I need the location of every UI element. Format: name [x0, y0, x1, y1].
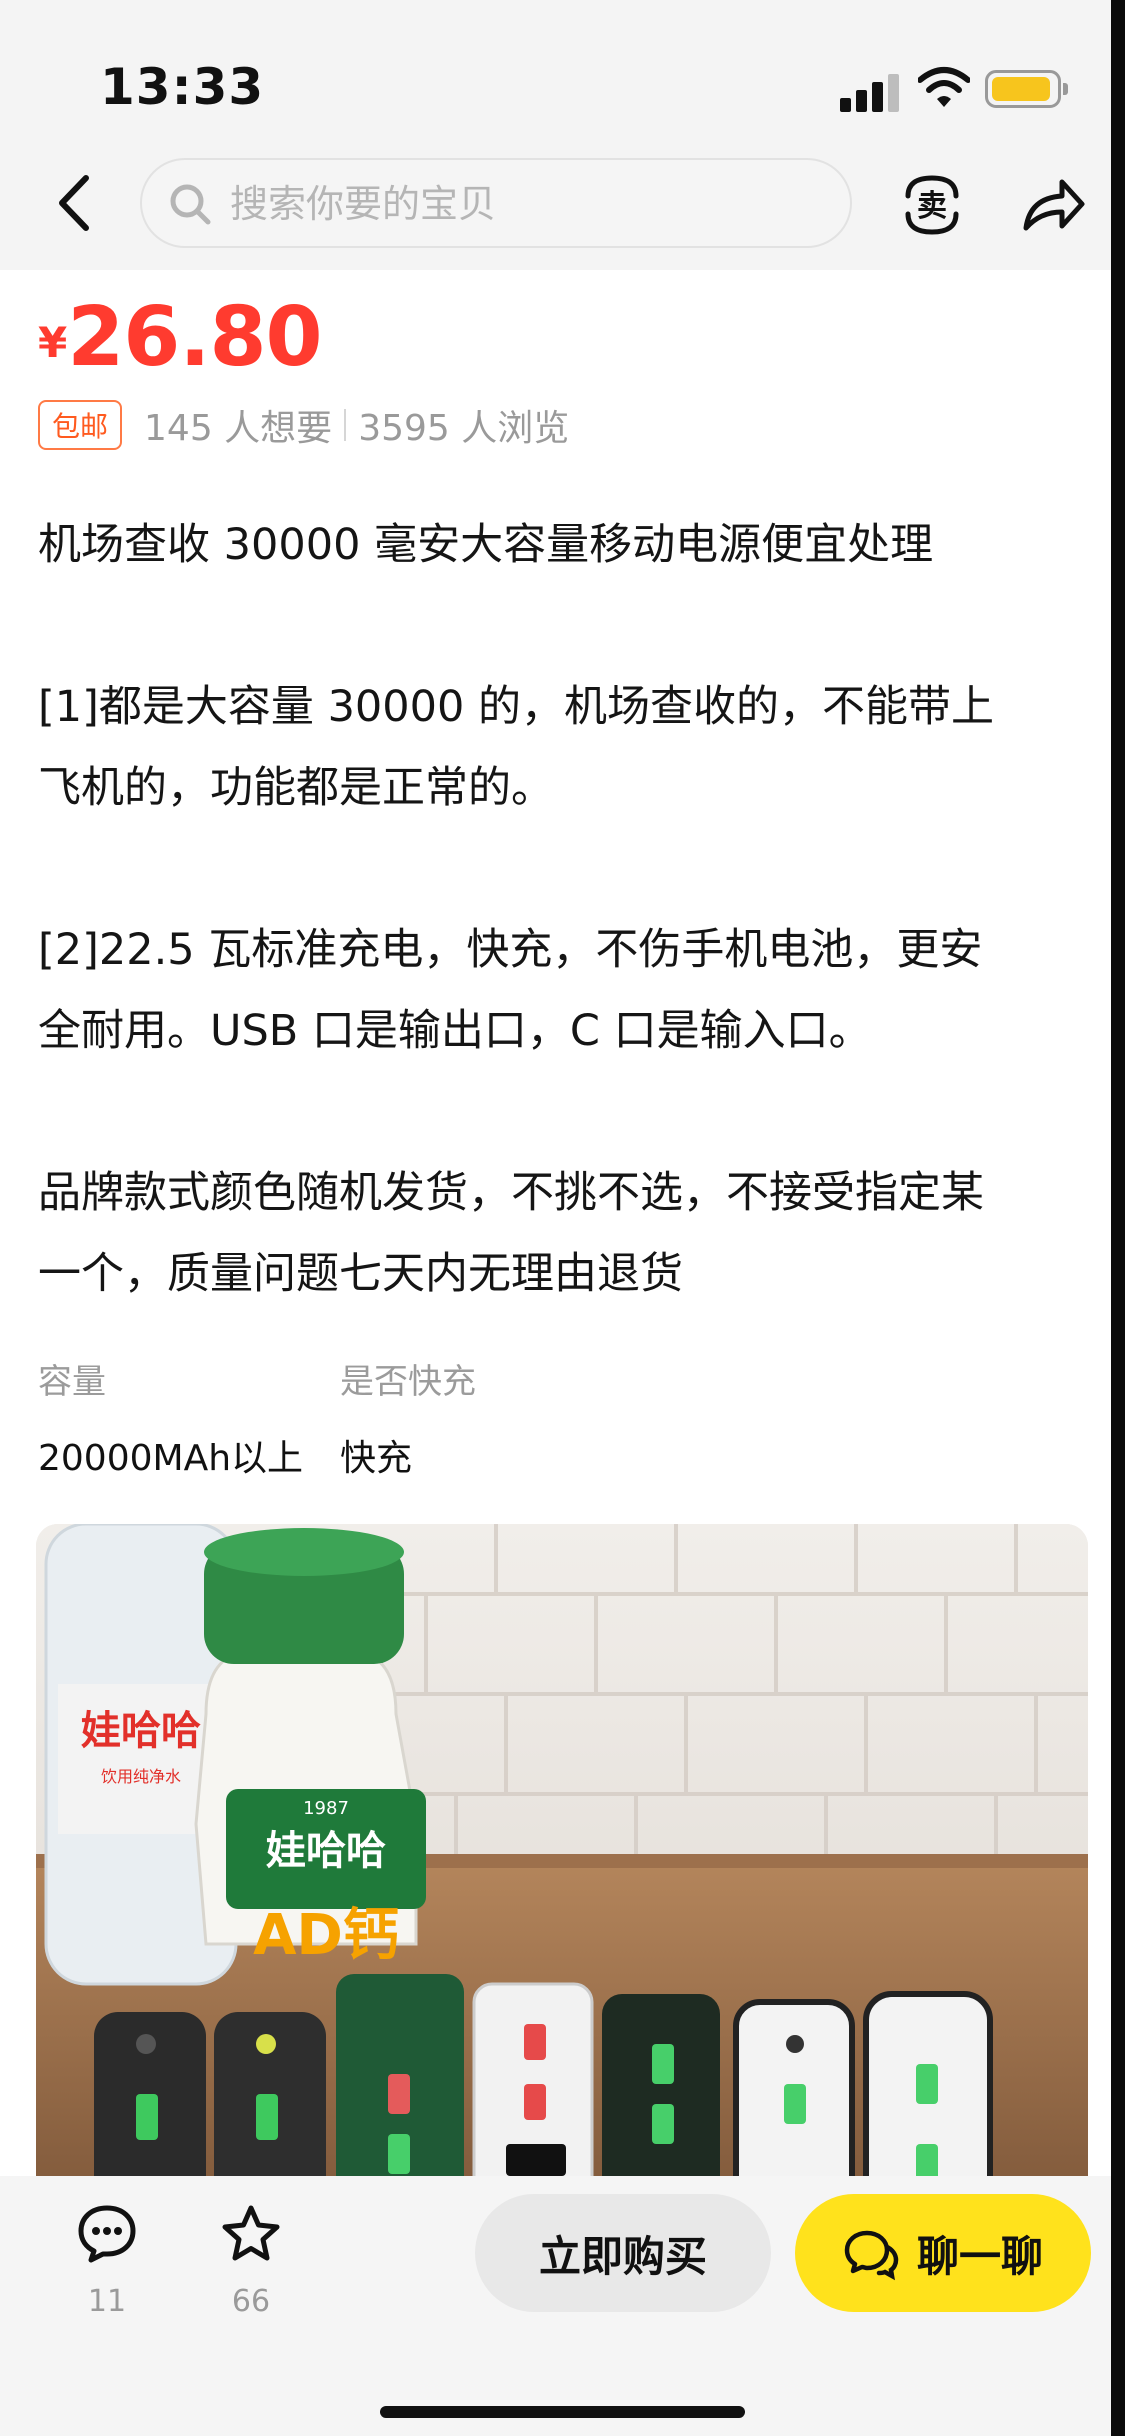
attribute-key: 是否快充	[340, 1362, 476, 1402]
description-line: 机场查收 30000 毫安大容量移动电源便宜处理	[38, 520, 934, 570]
battery-icon	[985, 70, 1068, 108]
comment-icon	[78, 2205, 136, 2263]
comment-count: 11	[87, 2284, 127, 2319]
status-bar: 13:33	[0, 0, 1125, 150]
free-shipping-badge: 包邮	[38, 400, 123, 450]
sell-icon-label: 卖	[917, 189, 947, 224]
milk-bottle-ad-label: AD钙	[253, 1903, 399, 1968]
price-value: 26.80	[67, 290, 322, 385]
chat-label: 聊一聊	[916, 2231, 1043, 2281]
screenshot-edge	[1111, 0, 1125, 2436]
milk-bottle-year: 1987	[303, 1798, 349, 1819]
back-button[interactable]	[46, 168, 106, 238]
milk-bottle-label: 娃哈哈	[266, 1828, 386, 1874]
share-button[interactable]	[1018, 170, 1088, 240]
attribute-fast-charge: 是否快充 快充	[340, 1354, 476, 1481]
attribute-value: 20000MAh以上	[38, 1438, 304, 1479]
stats-divider	[344, 409, 347, 441]
price: ¥26.80	[38, 290, 323, 385]
app-screen: 13:33 搜索你要的宝贝 卖 ¥26.80 包邮 145 人想要 3595 人…	[0, 0, 1125, 2436]
description-line: [1]都是大容量 30000 的，机场查收的，不能带上	[38, 682, 995, 732]
description-line: 品牌款式颜色随机发货，不挑不选，不接受指定某	[38, 1168, 984, 1218]
description-line: 一个，质量问题七天内无理由退货	[38, 1249, 683, 1299]
description-line: 全耐用。USB 口是输出口，C 口是输入口。	[38, 1006, 872, 1056]
buy-now-button[interactable]: 立即购买	[475, 2194, 771, 2312]
favorite-count: 66	[231, 2284, 271, 2319]
top-nav: 搜索你要的宝贝 卖	[0, 150, 1125, 270]
sell-button[interactable]: 卖	[900, 170, 964, 240]
search-placeholder: 搜索你要的宝贝	[230, 182, 497, 226]
wants-count: 145 人想要	[144, 408, 333, 449]
attribute-key: 容量	[38, 1362, 106, 1402]
description-line: [2]22.5 瓦标准充电，快充，不伤手机电池，更安	[38, 925, 983, 975]
product-photo-illustration: 娃哈哈 饮用纯净水 1987 娃哈哈 AD钙	[36, 1524, 1088, 2244]
star-icon	[222, 2205, 280, 2261]
cellular-signal-icon	[840, 72, 900, 112]
views-count: 3595 人浏览	[358, 408, 570, 449]
favorite-button[interactable]: 66	[206, 2202, 296, 2319]
buy-now-label: 立即购买	[538, 2231, 707, 2281]
wifi-icon	[918, 67, 970, 107]
search-input[interactable]: 搜索你要的宝贝	[140, 158, 852, 248]
comment-button[interactable]: 11	[62, 2202, 152, 2319]
description-line: 飞机的，功能都是正常的。	[38, 763, 554, 813]
attribute-value: 快充	[340, 1438, 413, 1479]
chat-button[interactable]: 聊一聊	[795, 2194, 1091, 2312]
product-description: 机场查收 30000 毫安大容量移动电源便宜处理 [1]都是大容量 30000 …	[38, 505, 1098, 1315]
attribute-capacity: 容量 20000MAh以上	[38, 1354, 303, 1481]
water-bottle-label: 娃哈哈	[81, 1708, 201, 1754]
status-time: 13:33	[100, 58, 265, 116]
chat-icon	[844, 2230, 899, 2281]
product-stats: 包邮 145 人想要 3595 人浏览	[38, 400, 570, 450]
home-indicator	[380, 2406, 745, 2418]
currency-symbol: ¥	[38, 318, 68, 367]
water-bottle-sublabel: 饮用纯净水	[101, 1767, 181, 1786]
search-icon	[170, 184, 211, 225]
bottom-action-bar: 11 66 立即购买 聊一聊	[0, 2176, 1125, 2436]
product-detail: ¥26.80 包邮 145 人想要 3595 人浏览 机场查收 30000 毫安…	[18, 270, 1111, 2244]
product-photo[interactable]: 娃哈哈 饮用纯净水 1987 娃哈哈 AD钙	[36, 1524, 1088, 2244]
